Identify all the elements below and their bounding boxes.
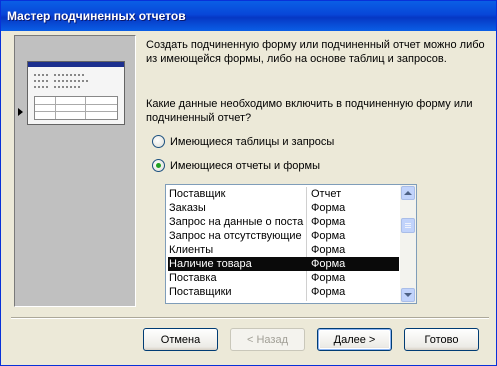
item-type: Форма <box>311 272 346 284</box>
list-item[interactable]: Запрос на данные о поставщиках Форма <box>168 215 399 229</box>
item-type: Форма <box>311 202 346 214</box>
form-preview-label <box>34 80 50 82</box>
radio-circle[interactable] <box>152 135 165 148</box>
cancel-button[interactable]: Отмена <box>143 328 218 351</box>
item-name: Поставщик <box>169 188 226 200</box>
forms-reports-list[interactable]: Поставщик Отчет Заказы Форма Запрос на д… <box>165 184 417 304</box>
form-preview-field <box>54 80 90 82</box>
back-button[interactable]: < Назад <box>230 328 305 351</box>
item-name: Заказы <box>169 202 206 214</box>
item-name: Запрос на данные о поставщиках <box>169 216 304 228</box>
intro-text: Создать подчиненную форму или подчиненны… <box>146 39 485 65</box>
dialog-body: Создать подчиненную форму или подчиненны… <box>4 31 493 362</box>
item-type: Форма <box>311 244 346 256</box>
title-bar[interactable]: Мастер подчиненных отчетов <box>1 1 496 31</box>
form-preview-label <box>34 86 50 88</box>
radio-selected-dot <box>156 163 161 168</box>
list-item[interactable]: Поставщик Отчет <box>168 187 399 201</box>
window-title: Мастер подчиненных отчетов <box>7 9 186 23</box>
form-preview-field <box>54 74 84 76</box>
subform-preview-grid <box>34 96 118 120</box>
next-button[interactable]: Далее > <box>317 328 392 351</box>
list-item[interactable]: Запрос на отсутствующие Форма <box>168 229 399 243</box>
item-name: Поставка <box>169 272 217 284</box>
item-type: Форма <box>311 286 346 298</box>
radio-reports-forms[interactable]: Имеющиеся отчеты и формы <box>152 159 320 172</box>
list-item[interactable]: Заказы Форма <box>168 201 399 215</box>
question-text: Какие данные необходимо включить в подчи… <box>146 98 473 124</box>
list-item[interactable]: Поставщики Форма <box>168 285 399 299</box>
item-type: Отчет <box>311 188 342 200</box>
list-item[interactable]: Клиенты Форма <box>168 243 399 257</box>
item-type: Форма <box>311 230 346 242</box>
scroll-thumb[interactable] <box>401 218 415 233</box>
preview-panel <box>14 35 136 307</box>
finish-button[interactable]: Готово <box>404 328 479 351</box>
vertical-scrollbar[interactable] <box>400 185 416 303</box>
radio-circle[interactable] <box>152 159 165 172</box>
radio-tables-queries[interactable]: Имеющиеся таблицы и запросы <box>152 135 334 148</box>
button-divider <box>11 317 489 319</box>
radio-label: Имеющиеся таблицы и запросы <box>170 135 335 148</box>
item-type: Форма <box>311 258 346 270</box>
item-name: Поставщики <box>169 286 232 298</box>
scroll-up-button[interactable] <box>401 186 415 200</box>
form-preview-label <box>34 74 50 76</box>
item-name: Наличие товара <box>169 258 252 270</box>
item-name: Запрос на отсутствующие <box>169 230 302 242</box>
item-type: Форма <box>311 216 346 228</box>
list-item-selected[interactable]: Наличие товара Форма <box>168 257 399 271</box>
form-preview-field <box>54 86 80 88</box>
wizard-window: Мастер подчиненных отчетов Создать подчи… <box>0 0 497 366</box>
scroll-down-button[interactable] <box>401 288 415 302</box>
arrow-up-icon <box>404 191 412 195</box>
radio-label: Имеющиеся отчеты и формы <box>170 159 321 172</box>
record-pointer-icon <box>18 108 23 116</box>
form-preview-graphic <box>27 61 125 125</box>
form-preview-titlebar <box>28 62 124 67</box>
list-item[interactable]: Поставка Форма <box>168 271 399 285</box>
arrow-down-icon <box>404 293 412 297</box>
item-name: Клиенты <box>169 244 214 256</box>
